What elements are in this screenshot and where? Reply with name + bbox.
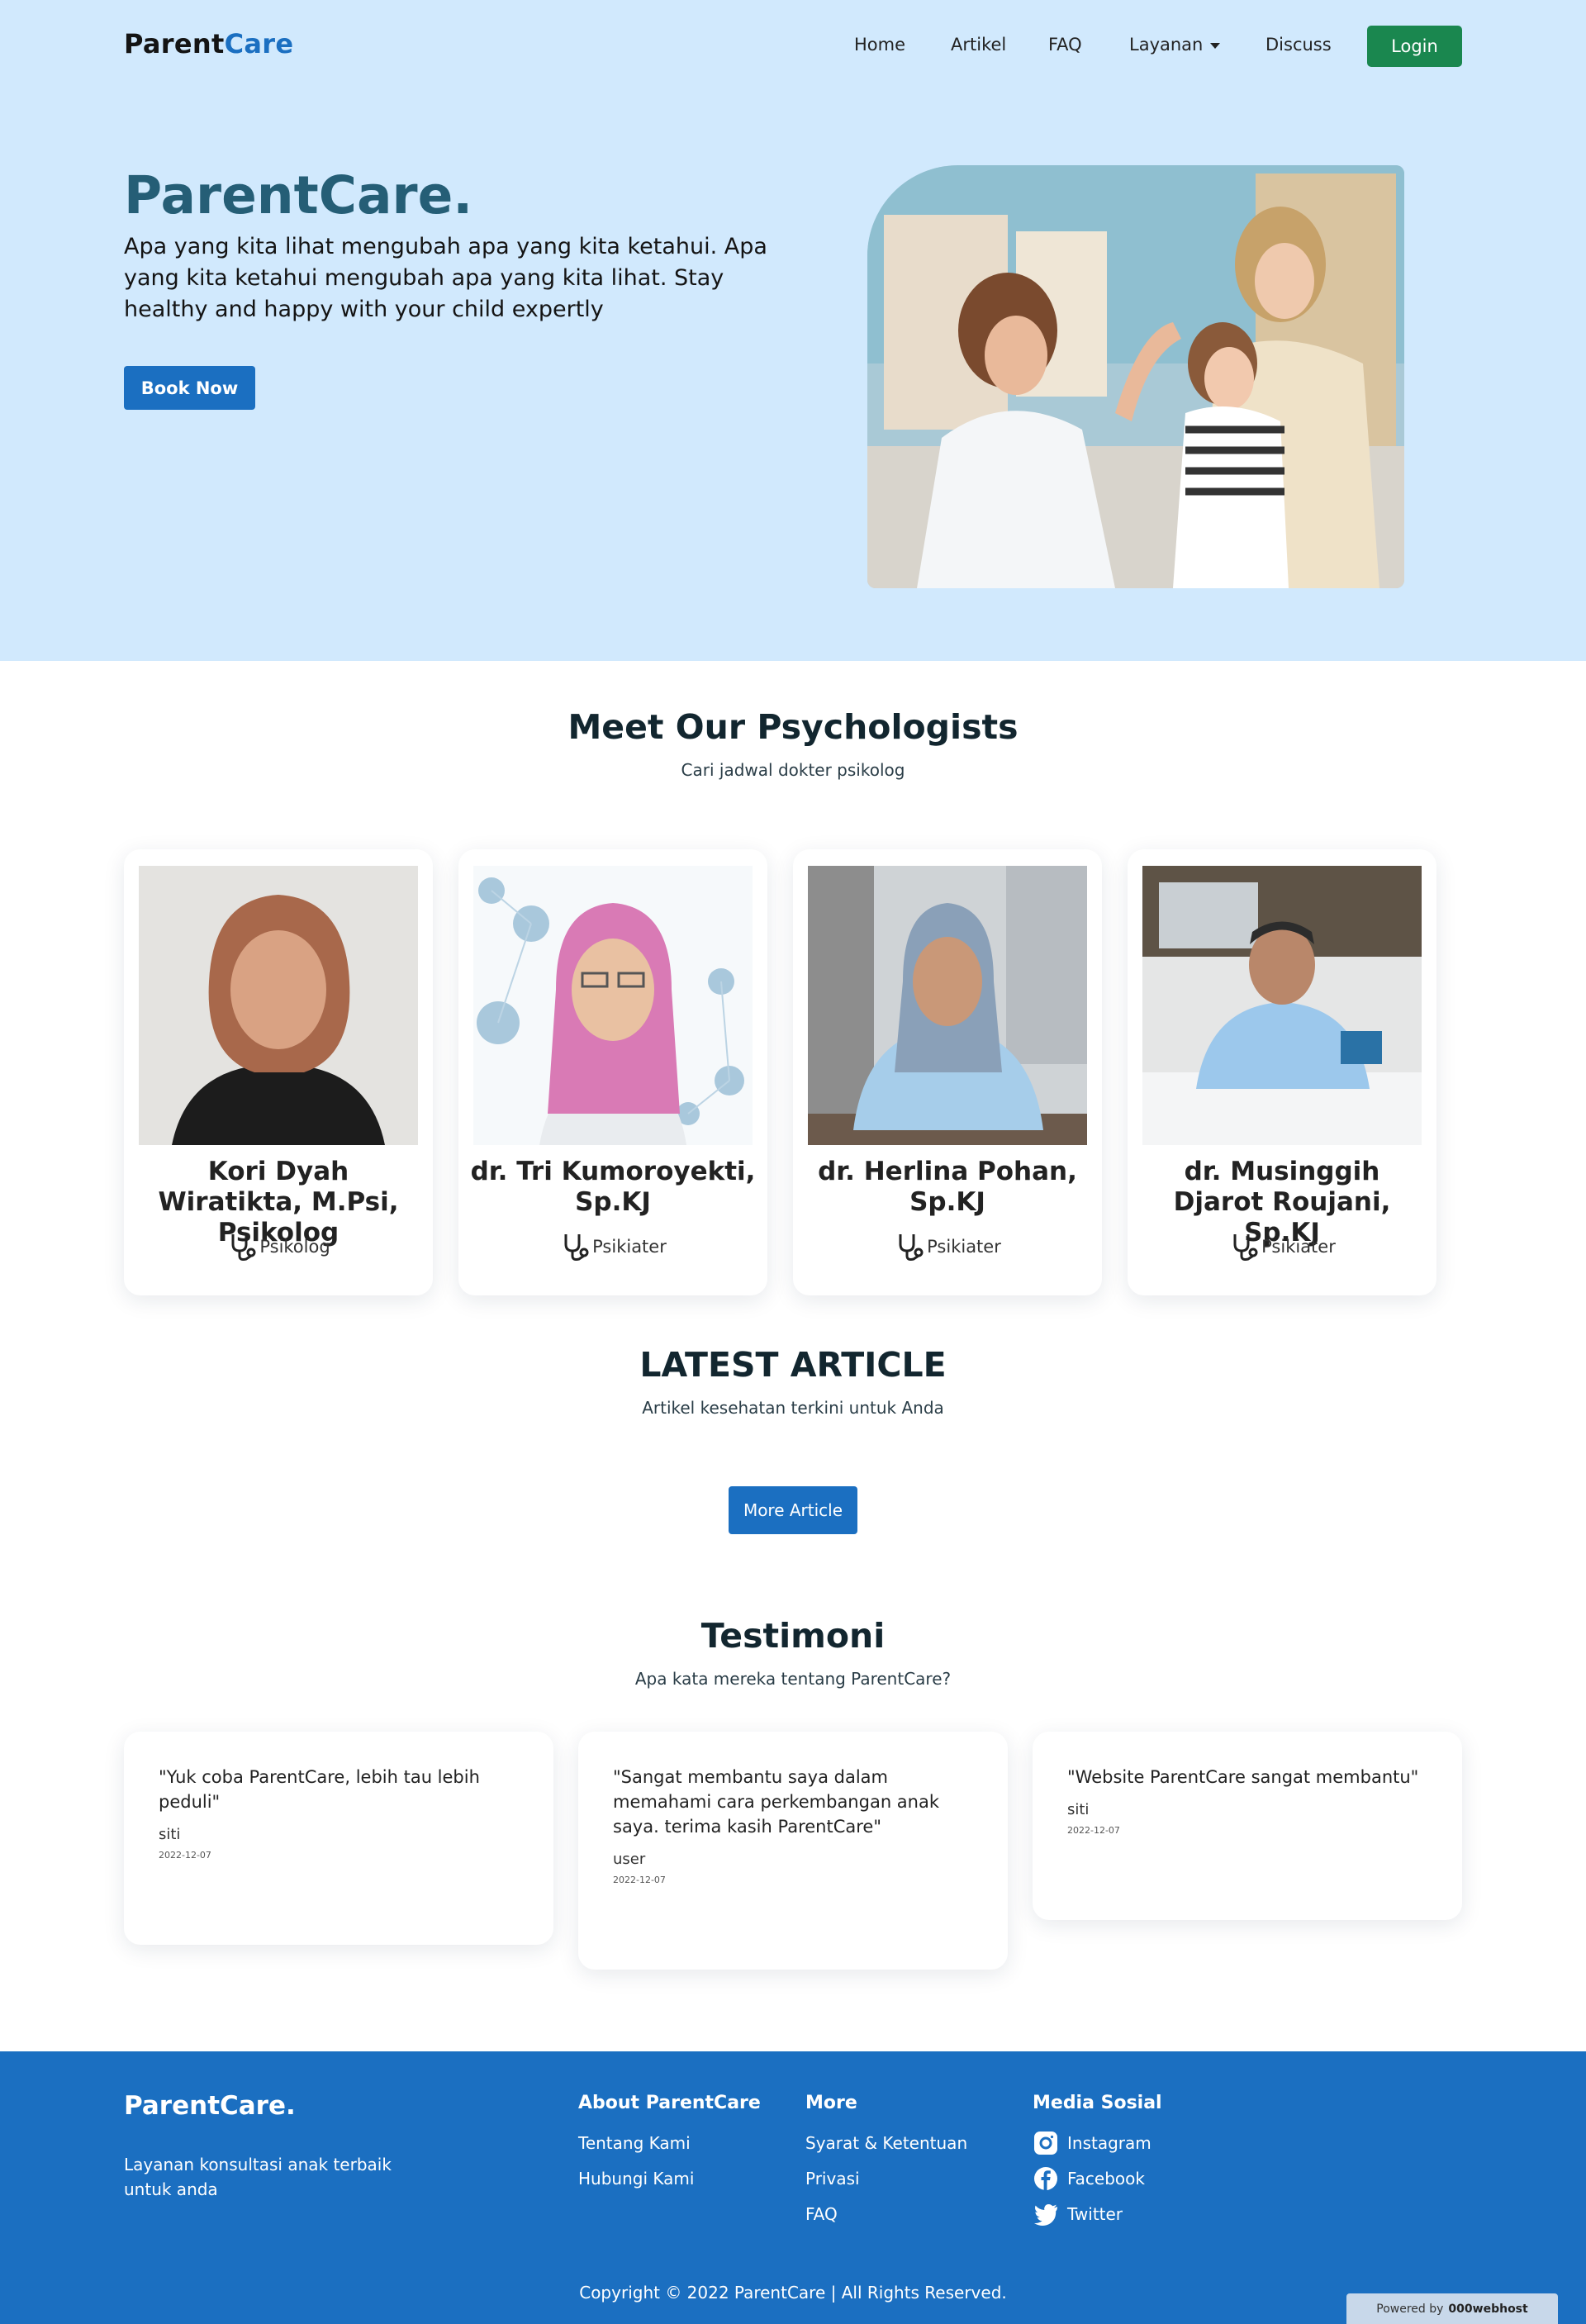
navbar: ParentCare Home Artikel FAQ Layanan Disc… [0,0,1586,91]
doctor-photo [139,866,418,1145]
doctor-card[interactable]: Kori Dyah Wiratikta, M.Psi, Psikolog Psi… [124,849,433,1295]
caret-down-icon [1210,42,1221,49]
host-name: 000webhost [1448,2302,1528,2316]
footer-link-tentang-kami[interactable]: Tentang Kami [578,2125,761,2160]
testimonial-user: siti [1067,1801,1090,1818]
testimonial-card: "Website ParentCare sangat membantu" sit… [1033,1732,1462,1920]
doctor-role: Psikiater [1128,1231,1436,1262]
brand-care: Care [224,28,294,59]
powered-by-label: Powered by [1376,2302,1444,2316]
footer-link-hubungi-kami[interactable]: Hubungi Kami [578,2160,761,2196]
testimonial-quote: "Sangat membantu saya dalam memahami car… [613,1767,940,1837]
login-button[interactable]: Login [1367,26,1462,67]
footer-link-faq[interactable]: FAQ [805,2196,967,2231]
doctor-card[interactable]: dr. Musinggih Djarot Roujani, Sp.KJ Psik… [1128,849,1436,1295]
powered-by-badge[interactable]: Powered by 000webhost [1346,2293,1558,2324]
testimonials-title: Testimoni [700,1616,886,1656]
doctor-photo [473,866,753,1145]
doctor-role: Psikiater [458,1231,767,1262]
psychologists-title: Meet Our Psychologists [567,707,1019,747]
doctor-role-label: Psikiater [927,1237,1001,1257]
doctor-role: Psikiater [793,1231,1102,1262]
footer-brand: ParentCare. [124,2091,296,2121]
nav-discuss[interactable]: Discuss [1265,35,1332,55]
facebook-icon [1034,2166,1057,2190]
footer-social-column: Media Sosial Instagram Facebook Twitter [1033,2093,1162,2231]
doctor-card[interactable]: dr. Herlina Pohan, Sp.KJ Psikiater [793,849,1102,1295]
social-facebook-link[interactable]: Facebook [1033,2160,1162,2196]
testimonial-quote: "Yuk coba ParentCare, lebih tau lebih pe… [159,1767,480,1812]
instagram-icon [1034,2131,1057,2155]
doctor-photo [1142,866,1422,1145]
testimonial-card: "Yuk coba ParentCare, lebih tau lebih pe… [124,1732,553,1945]
nav-faq[interactable]: FAQ [1048,35,1082,55]
footer-link-privasi[interactable]: Privasi [805,2160,967,2196]
social-twitter-link[interactable]: Twitter [1033,2196,1162,2231]
stethoscope-icon [899,1234,924,1261]
stethoscope-icon [564,1234,589,1261]
testimonial-date: 2022-12-07 [159,1850,211,1861]
articles-subtitle: Artikel kesehatan terkini untuk Anda [642,1398,944,1418]
articles-title: LATEST ARTICLE [639,1345,947,1385]
testimonial-user: siti [159,1826,181,1843]
hero-section: ParentCare. Apa yang kita lihat mengubah… [0,91,1586,661]
doctor-card[interactable]: dr. Tri Kumoroyekti, Sp.KJ Psikiater [458,849,767,1295]
doctor-photo [808,866,1087,1145]
brand-logo[interactable]: ParentCare [124,28,293,59]
more-article-button[interactable]: More Article [729,1486,857,1534]
nav-home[interactable]: Home [854,35,905,55]
testimonial-date: 2022-12-07 [1067,1825,1120,1836]
twitter-icon [1034,2203,1057,2226]
nav-layanan-label: Layanan [1129,35,1204,55]
brand-parent: Parent [124,28,225,59]
footer-more-column: More Syarat & Ketentuan Privasi FAQ [805,2093,967,2231]
social-twitter-label: Twitter [1067,2203,1123,2224]
footer-description: Layanan konsultasi anak terbaik untuk an… [124,2155,392,2199]
doctor-role: Psikolog [124,1231,433,1262]
doctor-role-label: Psikolog [259,1237,330,1257]
testimonial-quote: "Website ParentCare sangat membantu" [1067,1767,1419,1787]
nav-layanan-dropdown[interactable]: Layanan [1129,35,1221,55]
hero-title: ParentCare. [124,165,473,226]
nav-artikel[interactable]: Artikel [951,35,1006,55]
testimonials-subtitle: Apa kata mereka tentang ParentCare? [634,1669,952,1689]
doctor-role-label: Psikiater [592,1237,667,1257]
book-now-button[interactable]: Book Now [124,366,255,410]
doctor-name: dr. Tri Kumoroyekti, Sp.KJ [470,1157,756,1217]
stethoscope-icon [1233,1234,1258,1261]
testimonial-user: user [613,1851,646,1868]
testimonial-card: "Sangat membantu saya dalam memahami car… [578,1732,1008,1970]
footer-about-column: About ParentCare Tentang Kami Hubungi Ka… [578,2093,761,2196]
footer-about-title: About ParentCare [578,2093,761,2113]
footer-link-syarat[interactable]: Syarat & Ketentuan [805,2125,967,2160]
footer-more-title: More [805,2093,857,2113]
hero-image [867,165,1404,588]
social-instagram-label: Instagram [1067,2132,1152,2153]
hero-text: Apa yang kita lihat mengubah apa yang ki… [124,234,767,322]
doctor-role-label: Psikiater [1261,1237,1336,1257]
footer-social-title: Media Sosial [1033,2093,1162,2113]
social-instagram-link[interactable]: Instagram [1033,2125,1162,2160]
psychologists-subtitle: Cari jadwal dokter psikolog [681,760,905,780]
testimonial-date: 2022-12-07 [613,1875,666,1885]
social-facebook-label: Facebook [1067,2168,1145,2189]
doctor-name: dr. Herlina Pohan, Sp.KJ [818,1157,1077,1217]
stethoscope-icon [231,1234,256,1261]
